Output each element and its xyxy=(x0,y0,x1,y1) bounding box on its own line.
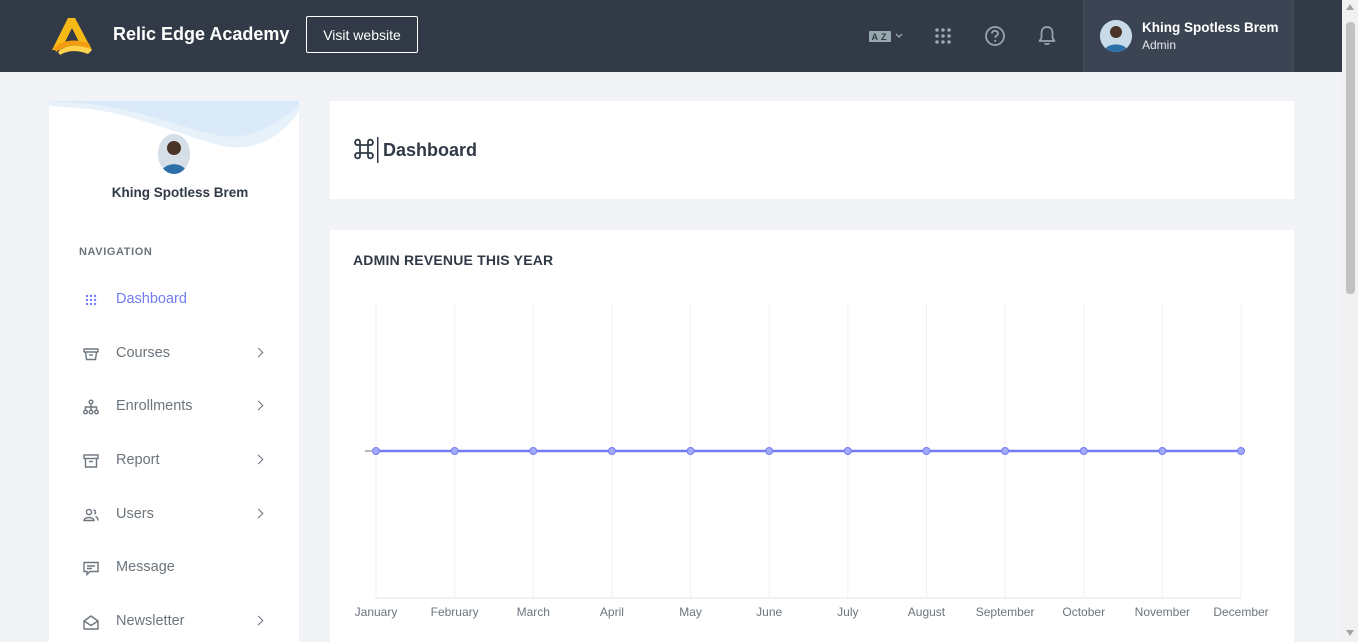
x-tick-label: May xyxy=(679,605,702,619)
chevron-right-icon xyxy=(253,508,264,519)
sidebar-item-label: Dashboard xyxy=(116,291,187,307)
x-tick-label: July xyxy=(837,605,858,619)
sidebar-item-newsletter[interactable]: Newsletter xyxy=(49,602,299,642)
scroll-down-arrow[interactable] xyxy=(1346,630,1354,636)
data-point xyxy=(686,447,695,455)
x-tick-label: June xyxy=(756,605,782,619)
user-avatar-icon xyxy=(1100,20,1132,52)
command-icon xyxy=(354,137,379,163)
user-name: Khing Spotless Brem xyxy=(1142,20,1279,35)
sidebar-item-label: Users xyxy=(116,506,154,522)
chevron-right-icon xyxy=(253,400,264,411)
brand-name[interactable]: Relic Edge Academy xyxy=(113,24,289,45)
bell-icon xyxy=(1038,26,1056,45)
sidebar-item-label: Newsletter xyxy=(116,613,185,629)
x-tick-label: March xyxy=(517,605,550,619)
language-selector[interactable]: A Z xyxy=(866,24,906,48)
apps-button[interactable] xyxy=(932,24,954,48)
top-bar: Relic Edge Academy Visit website A Z Khi… xyxy=(0,0,1342,72)
sidebar-item-label: Message xyxy=(116,559,175,575)
courses-icon xyxy=(83,346,99,362)
data-point xyxy=(372,447,380,455)
sidebar-user-avatar-icon xyxy=(158,134,190,174)
sidebar-user-name: Khing Spotless Brem xyxy=(111,185,249,200)
envelope-open-icon xyxy=(83,614,99,630)
archive-icon xyxy=(83,453,99,469)
revenue-line-chart: January February March April May June July Augu… xyxy=(355,304,1269,619)
visit-website-button[interactable]: Visit website xyxy=(306,16,418,53)
hierarchy-icon xyxy=(83,399,99,415)
data-point xyxy=(450,447,459,455)
sidebar-item-dashboard[interactable]: Dashboard xyxy=(49,280,299,320)
data-point xyxy=(1001,447,1010,455)
data-point xyxy=(529,447,538,455)
svg-text:A: A xyxy=(872,32,879,42)
sidebar-item-courses[interactable]: Courses xyxy=(49,334,299,374)
page-title-card: Dashboard xyxy=(330,101,1294,199)
chevron-right-icon xyxy=(253,347,264,358)
x-tick-label: April xyxy=(600,605,624,619)
data-point xyxy=(607,447,616,455)
user-menu[interactable]: Khing Spotless Brem Admin xyxy=(1083,0,1294,72)
revenue-chart-card: ADMIN REVENUE THIS YEAR January February M… xyxy=(330,230,1294,642)
apps-grid-icon xyxy=(935,28,951,44)
svg-text:Z: Z xyxy=(881,32,887,42)
x-tick-label: January xyxy=(355,605,398,619)
data-point xyxy=(1158,447,1167,455)
sidebar-item-label: Report xyxy=(116,452,160,468)
sidebar-item-users[interactable]: Users xyxy=(49,495,299,535)
x-tick-label: September xyxy=(976,605,1035,619)
chevron-right-icon xyxy=(253,615,264,626)
academy-logo[interactable] xyxy=(48,14,94,56)
sidebar-item-report[interactable]: Report xyxy=(49,441,299,481)
data-point xyxy=(1079,447,1088,455)
sidebar-item-message[interactable]: Message xyxy=(49,548,299,588)
scrollbar-thumb[interactable] xyxy=(1346,22,1355,294)
navigation-heading: NAVIGATION xyxy=(79,246,153,258)
message-icon xyxy=(83,560,99,576)
x-tick-label: December xyxy=(1213,605,1268,619)
avatar xyxy=(1100,20,1132,52)
grid-dots-icon xyxy=(83,292,99,308)
x-tick-label: October xyxy=(1062,605,1105,619)
translate-icon: A Z xyxy=(869,31,903,42)
data-point xyxy=(1237,447,1245,455)
help-button[interactable] xyxy=(984,24,1006,48)
sidebar-item-enrollments[interactable]: Enrollments xyxy=(49,387,299,427)
help-icon xyxy=(985,26,1005,46)
sidebar: Khing Spotless Brem NAVIGATION Dashboard… xyxy=(49,101,299,642)
x-tick-label: February xyxy=(431,605,479,619)
sidebar-item-label: Courses xyxy=(116,345,170,361)
data-point xyxy=(765,447,774,455)
scroll-up-arrow[interactable] xyxy=(1346,4,1354,10)
users-icon xyxy=(83,507,99,523)
sidebar-item-label: Enrollments xyxy=(116,398,193,414)
page-title: Dashboard xyxy=(383,140,478,160)
x-tick-label: August xyxy=(908,605,946,619)
data-point xyxy=(843,447,852,455)
notifications-button[interactable] xyxy=(1036,24,1058,48)
x-tick-label: November xyxy=(1135,605,1190,619)
chevron-right-icon xyxy=(253,454,264,465)
sidebar-avatar xyxy=(158,134,190,174)
user-role: Admin xyxy=(1142,38,1177,52)
data-point xyxy=(922,447,931,455)
